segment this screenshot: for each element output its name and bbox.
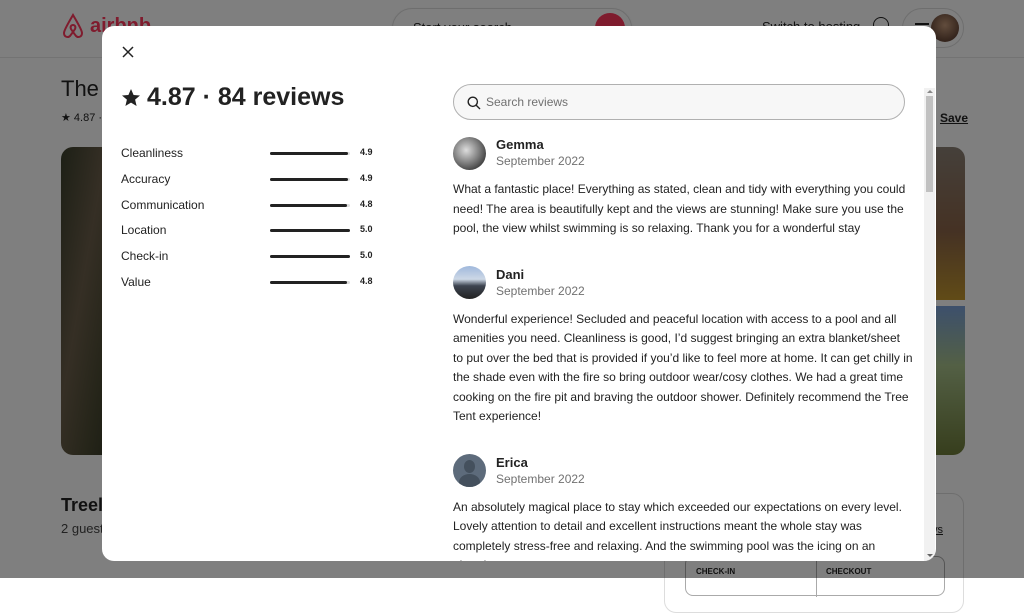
review-item: Gemma September 2022 What a fantastic pl… (453, 136, 913, 239)
category-bar (270, 178, 350, 181)
category-rating: Location 5.0 (121, 221, 381, 247)
review-item: Erica September 2022 An absolutely magic… (453, 454, 913, 562)
category-bar (270, 229, 350, 232)
close-button[interactable] (118, 42, 138, 62)
category-label: Communication (121, 198, 204, 212)
category-value: 4.9 (360, 173, 373, 183)
category-bar (270, 255, 350, 258)
category-label: Location (121, 223, 166, 237)
category-value: 5.0 (360, 224, 373, 234)
category-label: Check-in (121, 249, 168, 263)
reviewer-name: Erica (496, 455, 585, 471)
review-item: Dani September 2022 Wonderful experience… (453, 266, 913, 427)
category-rating: Check-in 5.0 (121, 247, 381, 273)
category-value: 4.8 (360, 199, 373, 209)
category-ratings: Cleanliness 4.9 Accuracy 4.9 Communicati… (121, 144, 381, 299)
reviewer-avatar[interactable] (453, 266, 486, 299)
review-date: September 2022 (496, 153, 585, 169)
review-header: Gemma September 2022 (453, 136, 913, 170)
category-bar (270, 281, 350, 284)
reviews-scrollbar[interactable] (924, 88, 935, 561)
category-value: 4.8 (360, 276, 373, 286)
review-date: September 2022 (496, 283, 585, 299)
category-bar-fill (270, 204, 347, 207)
review-header: Dani September 2022 (453, 266, 913, 300)
category-bar-fill (270, 229, 350, 232)
category-label: Cleanliness (121, 146, 183, 160)
reviewer-avatar[interactable] (453, 137, 486, 170)
reviewer-name: Gemma (496, 137, 585, 153)
reviews-modal: 4.87 · 84 reviews Cleanliness 4.9 Accura… (102, 26, 936, 561)
search-reviews-field[interactable] (453, 84, 905, 120)
category-rating: Accuracy 4.9 (121, 170, 381, 196)
category-value: 4.9 (360, 147, 373, 157)
category-bar-fill (270, 255, 350, 258)
review-text: What a fantastic place! Everything as st… (453, 180, 913, 239)
category-rating: Value 4.8 (121, 273, 381, 299)
review-text: An absolutely magical place to stay whic… (453, 498, 913, 562)
category-label: Accuracy (121, 172, 170, 186)
scrollbar-thumb[interactable] (926, 96, 933, 192)
rating-summary: 4.87 · 84 reviews (121, 83, 344, 112)
reviewer-avatar[interactable] (453, 454, 486, 487)
category-bar-fill (270, 178, 348, 181)
reviewer-name: Dani (496, 267, 585, 283)
category-bar-fill (270, 152, 348, 155)
search-icon (467, 96, 481, 110)
search-reviews-input[interactable] (486, 85, 886, 119)
scroll-down-arrow-icon[interactable] (927, 554, 933, 557)
review-date: September 2022 (496, 471, 585, 487)
reviews-list: Gemma September 2022 What a fantastic pl… (453, 136, 913, 561)
scroll-up-arrow-icon[interactable] (927, 90, 933, 93)
review-text: Wonderful experience! Secluded and peace… (453, 310, 913, 427)
rating-summary-text: 4.87 · 84 reviews (147, 83, 344, 112)
category-rating: Communication 4.8 (121, 196, 381, 222)
category-rating: Cleanliness 4.9 (121, 144, 381, 170)
category-value: 5.0 (360, 250, 373, 260)
category-bar-fill (270, 281, 347, 284)
close-icon (122, 46, 134, 58)
review-header: Erica September 2022 (453, 454, 913, 488)
category-label: Value (121, 275, 151, 289)
category-bar (270, 152, 350, 155)
star-icon (121, 88, 141, 108)
category-bar (270, 204, 350, 207)
